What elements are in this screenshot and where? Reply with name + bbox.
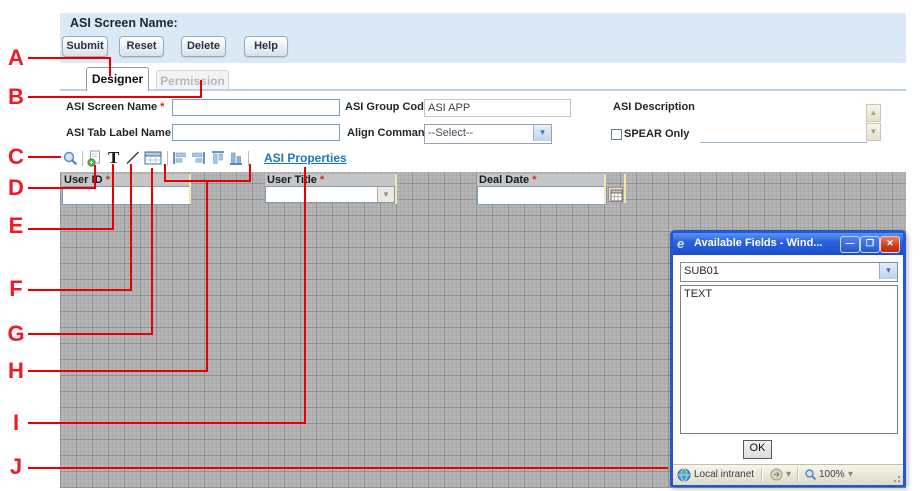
align-top-icon[interactable] bbox=[210, 150, 226, 167]
description-textarea[interactable] bbox=[700, 99, 867, 143]
user-id-label: User ID * bbox=[62, 174, 190, 186]
zoom-level-value[interactable]: 100% bbox=[819, 469, 845, 480]
resize-grip-icon[interactable] bbox=[890, 472, 902, 484]
statusbar-divider bbox=[761, 468, 763, 482]
scroll-up-icon[interactable]: ▲ bbox=[866, 104, 881, 122]
close-button[interactable]: ✕ bbox=[880, 236, 900, 253]
description-scrollbar[interactable]: ▲ ▼ bbox=[866, 104, 881, 141]
align-bottom-icon[interactable] bbox=[228, 150, 244, 167]
scroll-down-icon[interactable]: ▼ bbox=[866, 123, 881, 141]
toolbar-separator bbox=[82, 151, 83, 166]
screen-name-input[interactable] bbox=[172, 99, 340, 116]
text-tool-icon[interactable]: T bbox=[108, 150, 119, 167]
ok-button[interactable]: OK bbox=[743, 440, 772, 459]
tab-label-name-label: ASI Tab Label Name * bbox=[66, 127, 178, 139]
align-command-label: Align Command bbox=[347, 127, 431, 139]
field-edge-marker bbox=[189, 174, 191, 204]
chevron-down-icon[interactable]: ▾ bbox=[786, 469, 791, 480]
annotation-letter-g: G bbox=[3, 321, 29, 347]
annotation-letter-h: H bbox=[3, 358, 29, 384]
align-command-select[interactable]: --Select-- ▾ bbox=[424, 124, 552, 144]
reset-button[interactable]: Reset bbox=[119, 36, 164, 57]
tab-permission[interactable]: Permission bbox=[156, 70, 229, 91]
window-titlebar[interactable]: e Available Fields - Wind... — ❐ ✕ bbox=[673, 233, 903, 255]
field-edge-marker bbox=[624, 174, 626, 203]
annotation-letter-f: F bbox=[3, 276, 29, 302]
annotation-letter-i: I bbox=[3, 410, 29, 436]
window-title: Available Fields - Wind... bbox=[694, 237, 849, 249]
spear-only-label: SPEAR Only bbox=[624, 128, 689, 140]
annotation-letter-a: A bbox=[3, 45, 29, 71]
minimize-button[interactable]: — bbox=[840, 236, 860, 253]
help-button[interactable]: Help bbox=[244, 36, 288, 57]
calendar-icon[interactable] bbox=[608, 187, 623, 202]
deal-date-label: Deal Date * bbox=[477, 174, 606, 186]
statusbar-divider bbox=[797, 468, 799, 482]
table-icon[interactable] bbox=[144, 150, 162, 167]
user-id-input[interactable] bbox=[62, 186, 191, 205]
align-right-icon[interactable] bbox=[190, 150, 206, 167]
chevron-down-icon[interactable]: ▾ bbox=[533, 125, 551, 141]
field-edge-marker bbox=[395, 174, 397, 204]
align-command-value: --Select-- bbox=[428, 127, 473, 139]
align-left-icon[interactable] bbox=[172, 150, 188, 167]
zoom-level-icon bbox=[804, 468, 817, 481]
new-item-icon[interactable] bbox=[87, 150, 102, 167]
asi-properties-link[interactable]: ASI Properties bbox=[264, 151, 347, 165]
chevron-down-icon[interactable]: ▾ bbox=[879, 263, 897, 279]
security-zone-label: Local intranet bbox=[694, 469, 754, 480]
chevron-down-icon[interactable]: ▾ bbox=[377, 187, 394, 202]
available-fields-select-value: SUB01 bbox=[684, 265, 719, 277]
delete-button[interactable]: Delete bbox=[181, 36, 226, 57]
spear-only-checkbox[interactable] bbox=[611, 129, 622, 140]
toolbar-separator bbox=[167, 151, 168, 166]
submit-button[interactable]: Submit bbox=[62, 36, 108, 57]
restore-button[interactable]: ❐ bbox=[860, 236, 880, 253]
annotation-letter-d: D bbox=[3, 175, 29, 201]
globe-icon bbox=[677, 468, 691, 482]
list-item[interactable]: TEXT bbox=[681, 286, 897, 300]
available-fields-listbox[interactable]: TEXT bbox=[680, 285, 898, 434]
zoom-icon[interactable] bbox=[62, 150, 79, 167]
annotation-letter-c: C bbox=[3, 144, 29, 170]
available-fields-window[interactable]: e Available Fields - Wind... — ❐ ✕ SUB01… bbox=[670, 230, 906, 487]
window-statusbar: Local intranet ▾ 100% ▾ bbox=[673, 464, 903, 485]
annotation-letter-j: J bbox=[3, 454, 29, 480]
description-label: ASI Description bbox=[613, 101, 695, 113]
field-edge-marker bbox=[604, 174, 606, 204]
line-tool-icon[interactable] bbox=[125, 150, 141, 167]
annotation-letter-b: B bbox=[3, 84, 29, 110]
user-title-label: User Title * bbox=[265, 174, 395, 186]
group-code-value: ASI APP bbox=[424, 99, 571, 117]
available-fields-select[interactable]: SUB01 ▾ bbox=[680, 262, 898, 282]
annotation-letter-e: E bbox=[3, 213, 29, 239]
tab-designer[interactable]: Designer bbox=[86, 67, 149, 91]
toolbar-separator bbox=[248, 151, 249, 166]
deal-date-input[interactable] bbox=[477, 186, 607, 205]
user-title-select[interactable]: ▾ bbox=[265, 186, 395, 203]
safety-icon bbox=[770, 468, 783, 481]
page-title: ASI Screen Name: bbox=[70, 16, 178, 30]
tab-strip-underline bbox=[60, 89, 906, 91]
tab-label-name-input[interactable] bbox=[172, 124, 340, 141]
group-code-label: ASI Group Code bbox=[345, 101, 430, 113]
chevron-down-icon[interactable]: ▾ bbox=[848, 469, 853, 480]
screen-name-label: ASI Screen Name * bbox=[66, 101, 164, 113]
ie-logo-icon: e bbox=[677, 236, 684, 251]
